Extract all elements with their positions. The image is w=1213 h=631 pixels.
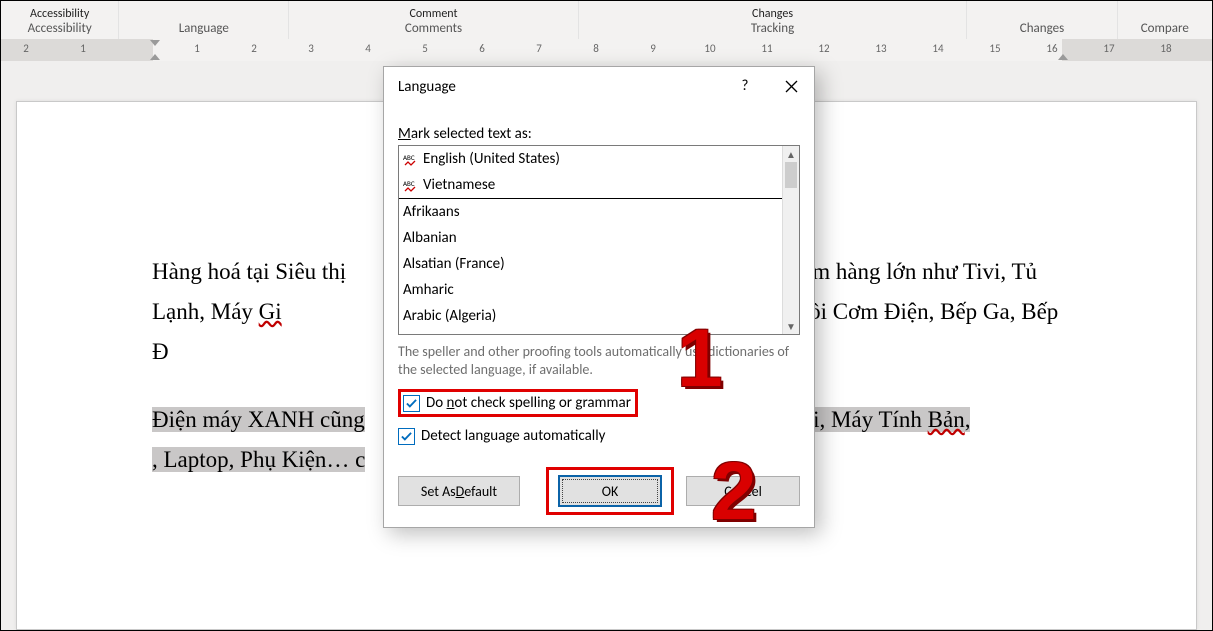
ruler-number: 15: [989, 42, 1000, 55]
ruler-number: 16: [1046, 42, 1057, 55]
dialog-info-text: The speller and other proofing tools aut…: [398, 343, 800, 379]
ruler-number: 7: [536, 42, 542, 55]
check-icon: [401, 431, 412, 442]
language-dialog: Language ? Mark selected text as: ABCEng…: [383, 66, 815, 528]
language-item[interactable]: Amharic: [399, 277, 783, 303]
svg-text:ABC: ABC: [403, 153, 415, 162]
scroll-down-button[interactable]: ▼: [783, 318, 799, 334]
ribbon-group-changes[interactable]: Changes: [967, 1, 1117, 39]
ribbon-group-comments[interactable]: Comment Comments: [289, 1, 578, 39]
language-item[interactable]: Arabic (Bahrain): [399, 329, 783, 334]
ruler-number: 9: [650, 42, 656, 55]
dialog-titlebar[interactable]: Language ?: [384, 67, 814, 107]
ruler-number: 11: [761, 42, 772, 55]
checkbox-detect-language[interactable]: [398, 428, 415, 445]
checkbox-no-spellcheck-label[interactable]: Do not check spelling or grammar: [426, 394, 631, 412]
ruler-number: 4: [365, 42, 371, 55]
scroll-thumb[interactable]: [785, 162, 797, 188]
checkbox-no-spellcheck[interactable]: [403, 395, 420, 412]
language-item[interactable]: ABCVietnamese: [399, 172, 783, 199]
language-item[interactable]: Arabic (Algeria): [399, 303, 783, 329]
close-icon: [785, 80, 798, 93]
checkbox-detect-language-label[interactable]: Detect language automatically: [421, 427, 605, 445]
language-listbox[interactable]: ABCEnglish (United States)ABCVietnameseA…: [398, 145, 800, 335]
ruler-number: 6: [479, 42, 485, 55]
spellcheck-icon: ABC: [403, 178, 417, 192]
ruler[interactable]: 21123456789101112131415161718: [1, 39, 1212, 62]
ruler-number: 12: [818, 42, 829, 55]
hanging-indent-marker[interactable]: [150, 54, 160, 60]
ribbon-group-accessibility[interactable]: Accessibility Accessibility: [1, 1, 119, 39]
set-as-default-button[interactable]: Set As Default: [398, 476, 520, 506]
mark-selected-label: Mark selected text as:: [398, 125, 800, 143]
cancel-button[interactable]: Cancel: [686, 476, 800, 506]
highlight-box-1: Do not check spelling or grammar: [398, 389, 638, 417]
first-line-indent-marker[interactable]: [150, 40, 160, 46]
language-item[interactable]: Afrikaans: [399, 199, 783, 225]
ok-button[interactable]: OK: [558, 475, 662, 507]
ruler-number: 5: [422, 42, 428, 55]
ruler-number: 2: [251, 42, 257, 55]
ruler-number: 18: [1160, 42, 1171, 55]
ruler-number: 3: [308, 42, 314, 55]
ruler-number: 1: [80, 42, 86, 55]
highlight-box-2: OK: [546, 467, 674, 515]
ruler-number: 1: [194, 42, 200, 55]
ribbon-group-language[interactable]: Language: [119, 1, 289, 39]
svg-text:ABC: ABC: [403, 179, 415, 188]
language-item[interactable]: Albanian: [399, 225, 783, 251]
ruler-number: 14: [932, 42, 943, 55]
ribbon-group-labels: Accessibility Accessibility Language Com…: [1, 1, 1212, 40]
language-item[interactable]: Alsatian (France): [399, 251, 783, 277]
ribbon-group-tracking[interactable]: Changes Tracking: [579, 1, 968, 39]
spellcheck-icon: ABC: [403, 152, 417, 166]
check-icon: [406, 398, 417, 409]
ruler-number: 8: [593, 42, 599, 55]
dialog-title: Language: [398, 78, 456, 96]
scroll-up-button[interactable]: ▲: [783, 146, 799, 162]
dialog-help-button[interactable]: ?: [722, 67, 768, 105]
ruler-number: 2: [23, 42, 29, 55]
ruler-number: 10: [704, 42, 715, 55]
language-item[interactable]: ABCEnglish (United States): [399, 146, 783, 172]
right-indent-marker[interactable]: [1058, 54, 1068, 60]
ruler-number: 17: [1103, 42, 1114, 55]
dialog-close-button[interactable]: [768, 67, 814, 105]
ruler-number: 13: [875, 42, 886, 55]
ribbon-group-compare[interactable]: Compare: [1118, 1, 1212, 39]
listbox-scrollbar[interactable]: ▲ ▼: [782, 146, 799, 334]
